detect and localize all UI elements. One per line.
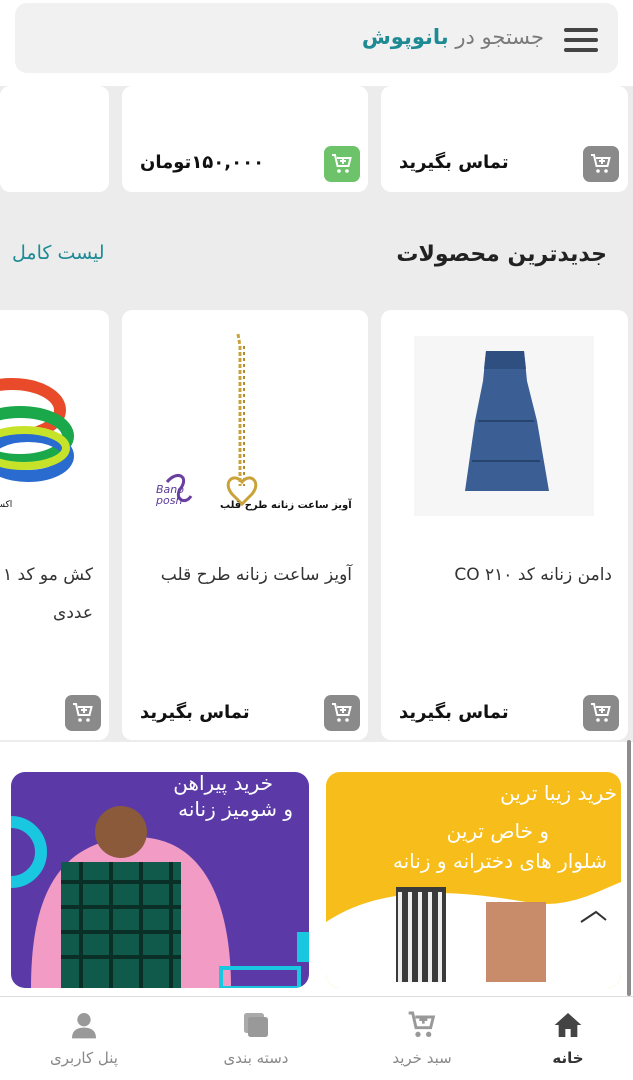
banner-pants-line1: خرید زیبا ترین	[500, 781, 617, 805]
image-caption: اکس	[0, 500, 13, 510]
full-list-link[interactable]: لیست کامل	[12, 242, 105, 264]
hair-tie-image	[0, 378, 74, 482]
banner-shirts-line2: و شومیز زنانه	[178, 797, 293, 821]
brand-logo-text: Bano posh	[156, 483, 184, 507]
bottom-nav: خانه سبد خرید دسته بندی پنل کاربری	[0, 996, 633, 1080]
nav-cart[interactable]: سبد خرید	[376, 997, 468, 1080]
product-name: آویز ساعت زنانه طرح قلب	[160, 565, 352, 585]
scrollbar[interactable]	[627, 740, 631, 996]
product-card[interactable]: تماس بگیرید	[381, 86, 628, 192]
cart-plus-icon	[591, 703, 611, 722]
add-to-cart-button[interactable]	[324, 146, 360, 182]
product-card[interactable]: دامن زنانه کد CO ۲۱۰ تماس بگیرید	[381, 310, 628, 740]
banner-shirts[interactable]: خرید پیراهن و شومیز زنانه	[11, 772, 309, 988]
search-placeholder-prefix: جستجو در	[455, 25, 544, 49]
nav-profile-label: پنل کاربری	[50, 1049, 118, 1067]
search-brand: بانوپوش	[361, 25, 449, 49]
product-name: کش مو کد ۵۰۱ عددی	[0, 556, 93, 632]
nav-home-label: خانه	[552, 1049, 584, 1067]
product-contact: تماس بگیرید	[399, 152, 509, 173]
add-to-cart-button[interactable]	[65, 695, 101, 731]
product-card-partial[interactable]	[0, 86, 109, 192]
nav-cart-label: سبد خرید	[392, 1049, 452, 1067]
section-title: جدیدترین محصولات	[396, 242, 607, 267]
home-icon	[554, 1013, 582, 1037]
nav-home[interactable]: خانه	[522, 997, 614, 1080]
banner-carousel: خرید زیبا ترین و خاص ترین شلوار های دختر…	[0, 742, 633, 996]
nav-category[interactable]: دسته بندی	[210, 997, 302, 1080]
add-to-cart-button[interactable]	[324, 695, 360, 731]
search-placeholder: جستجو در بانوپوش	[362, 25, 544, 49]
product-name: دامن زنانه کد CO ۲۱۰	[454, 565, 612, 585]
search-bar[interactable]: جستجو در بانوپوش	[15, 3, 618, 73]
product-name-line1: کش مو کد ۵۰۱	[0, 565, 93, 585]
product-contact: تماس بگیرید	[140, 702, 250, 723]
cart-icon	[408, 1011, 436, 1037]
banner-pants[interactable]: خرید زیبا ترین و خاص ترین شلوار های دختر…	[326, 772, 621, 988]
cart-plus-icon	[332, 154, 352, 173]
product-contact: تماس بگیرید	[399, 702, 509, 723]
nav-category-label: دسته بندی	[223, 1049, 289, 1067]
cart-plus-icon	[73, 703, 93, 722]
category-icon	[244, 1013, 268, 1037]
product-price: ۱۵۰,۰۰۰تومان	[140, 152, 265, 173]
menu-icon[interactable]	[564, 28, 598, 52]
nav-profile[interactable]: پنل کاربری	[38, 997, 130, 1080]
image-caption: آویز ساعت زنانه طرح قلب	[220, 500, 352, 511]
banner-pants-line2: و خاص ترین	[446, 819, 549, 843]
product-card-partial[interactable]: اکس کش مو کد ۵۰۱ عددی	[0, 310, 109, 740]
add-to-cart-button[interactable]	[583, 695, 619, 731]
top-bar: جستجو در بانوپوش	[0, 0, 633, 86]
user-icon	[72, 1013, 96, 1039]
product-card[interactable]: ۱۵۰,۰۰۰تومان	[122, 86, 368, 192]
add-to-cart-button[interactable]	[583, 146, 619, 182]
banner-pants-line3: شلوار های دخترانه و زنانه	[392, 849, 607, 873]
product-card[interactable]: Bano posh آویز ساعت زنانه طرح قلب آویز س…	[122, 310, 368, 740]
skirt-image	[414, 336, 594, 516]
cart-plus-icon	[332, 703, 352, 722]
product-name-line2: عددی	[53, 603, 93, 623]
cart-plus-icon	[591, 154, 611, 173]
